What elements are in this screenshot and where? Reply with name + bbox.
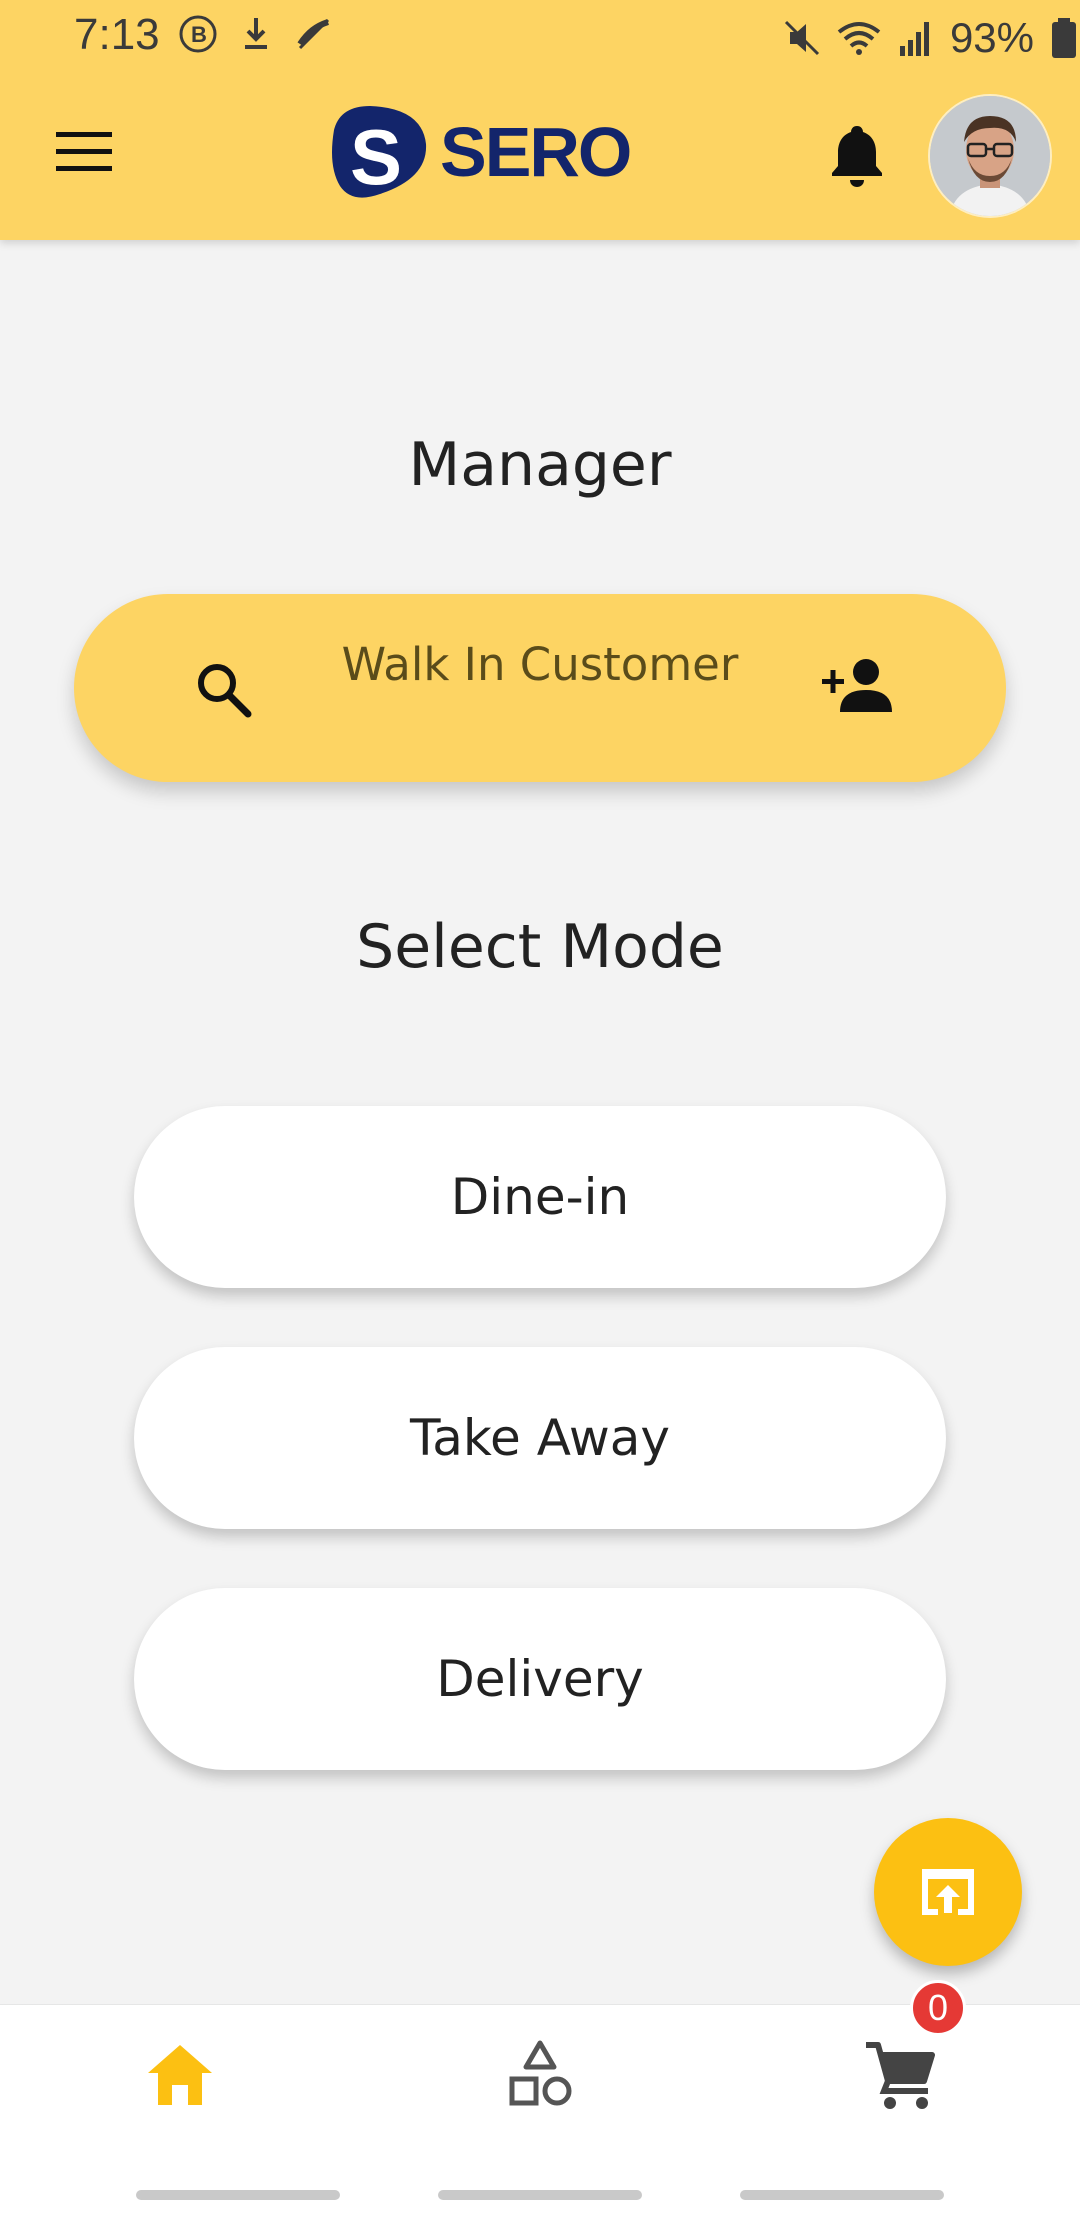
gesture-hint-right (740, 2190, 944, 2200)
screen: 7:13 B 93% S SERO Manager Walk In Custom… (0, 0, 1080, 2220)
nav-cart[interactable] (860, 2035, 940, 2115)
logo-text: SERO (440, 113, 632, 191)
menu-icon (56, 132, 112, 171)
delivery-button[interactable]: Delivery (134, 1588, 946, 1770)
phone-off-icon (297, 18, 330, 50)
cart-count-badge: 0 (910, 1980, 966, 2036)
bell-icon (832, 126, 882, 187)
sero-logo: S SERO (322, 100, 632, 210)
home-icon (148, 2045, 212, 2105)
dine-in-button[interactable]: Dine-in (134, 1106, 946, 1288)
open-in-app-icon (922, 1869, 974, 1915)
gesture-hint-left (136, 2190, 340, 2200)
download-icon (245, 18, 267, 49)
battery-icon (1052, 18, 1076, 58)
avatar-photo (930, 96, 1050, 216)
cart-icon (866, 2042, 935, 2109)
profile-avatar[interactable] (930, 96, 1050, 216)
add-person-icon[interactable] (822, 656, 894, 714)
status-right-icons: 93% (782, 14, 1080, 62)
b-circle-icon: B (179, 15, 217, 53)
battery-percent: 93% (949, 14, 1034, 61)
status-left-icons: B (178, 14, 334, 54)
select-mode-title: Select Mode (356, 912, 724, 982)
role-title: Manager (408, 430, 672, 500)
shapes-icon (509, 2040, 572, 2106)
mute-icon (784, 20, 819, 56)
notifications-button[interactable] (826, 122, 888, 188)
gesture-hint-center (438, 2190, 642, 2200)
svg-text:S: S (350, 113, 402, 201)
customer-selector[interactable]: Walk In Customer (74, 594, 1006, 782)
status-time: 7:13 (74, 10, 160, 59)
nav-home[interactable] (140, 2035, 220, 2115)
status-bar: 7:13 B 93% (0, 0, 1080, 72)
open-in-app-fab[interactable] (874, 1818, 1022, 1966)
take-away-button[interactable]: Take Away (134, 1347, 946, 1529)
nav-categories[interactable] (500, 2035, 580, 2115)
bottom-navigation (0, 2004, 1080, 2220)
menu-button[interactable] (52, 128, 116, 176)
logo-mark: S (332, 106, 427, 201)
svg-text:B: B (191, 22, 207, 47)
signal-icon (899, 22, 929, 56)
wifi-icon (837, 22, 881, 55)
top-app-bar: 7:13 B 93% S SERO (0, 0, 1080, 240)
